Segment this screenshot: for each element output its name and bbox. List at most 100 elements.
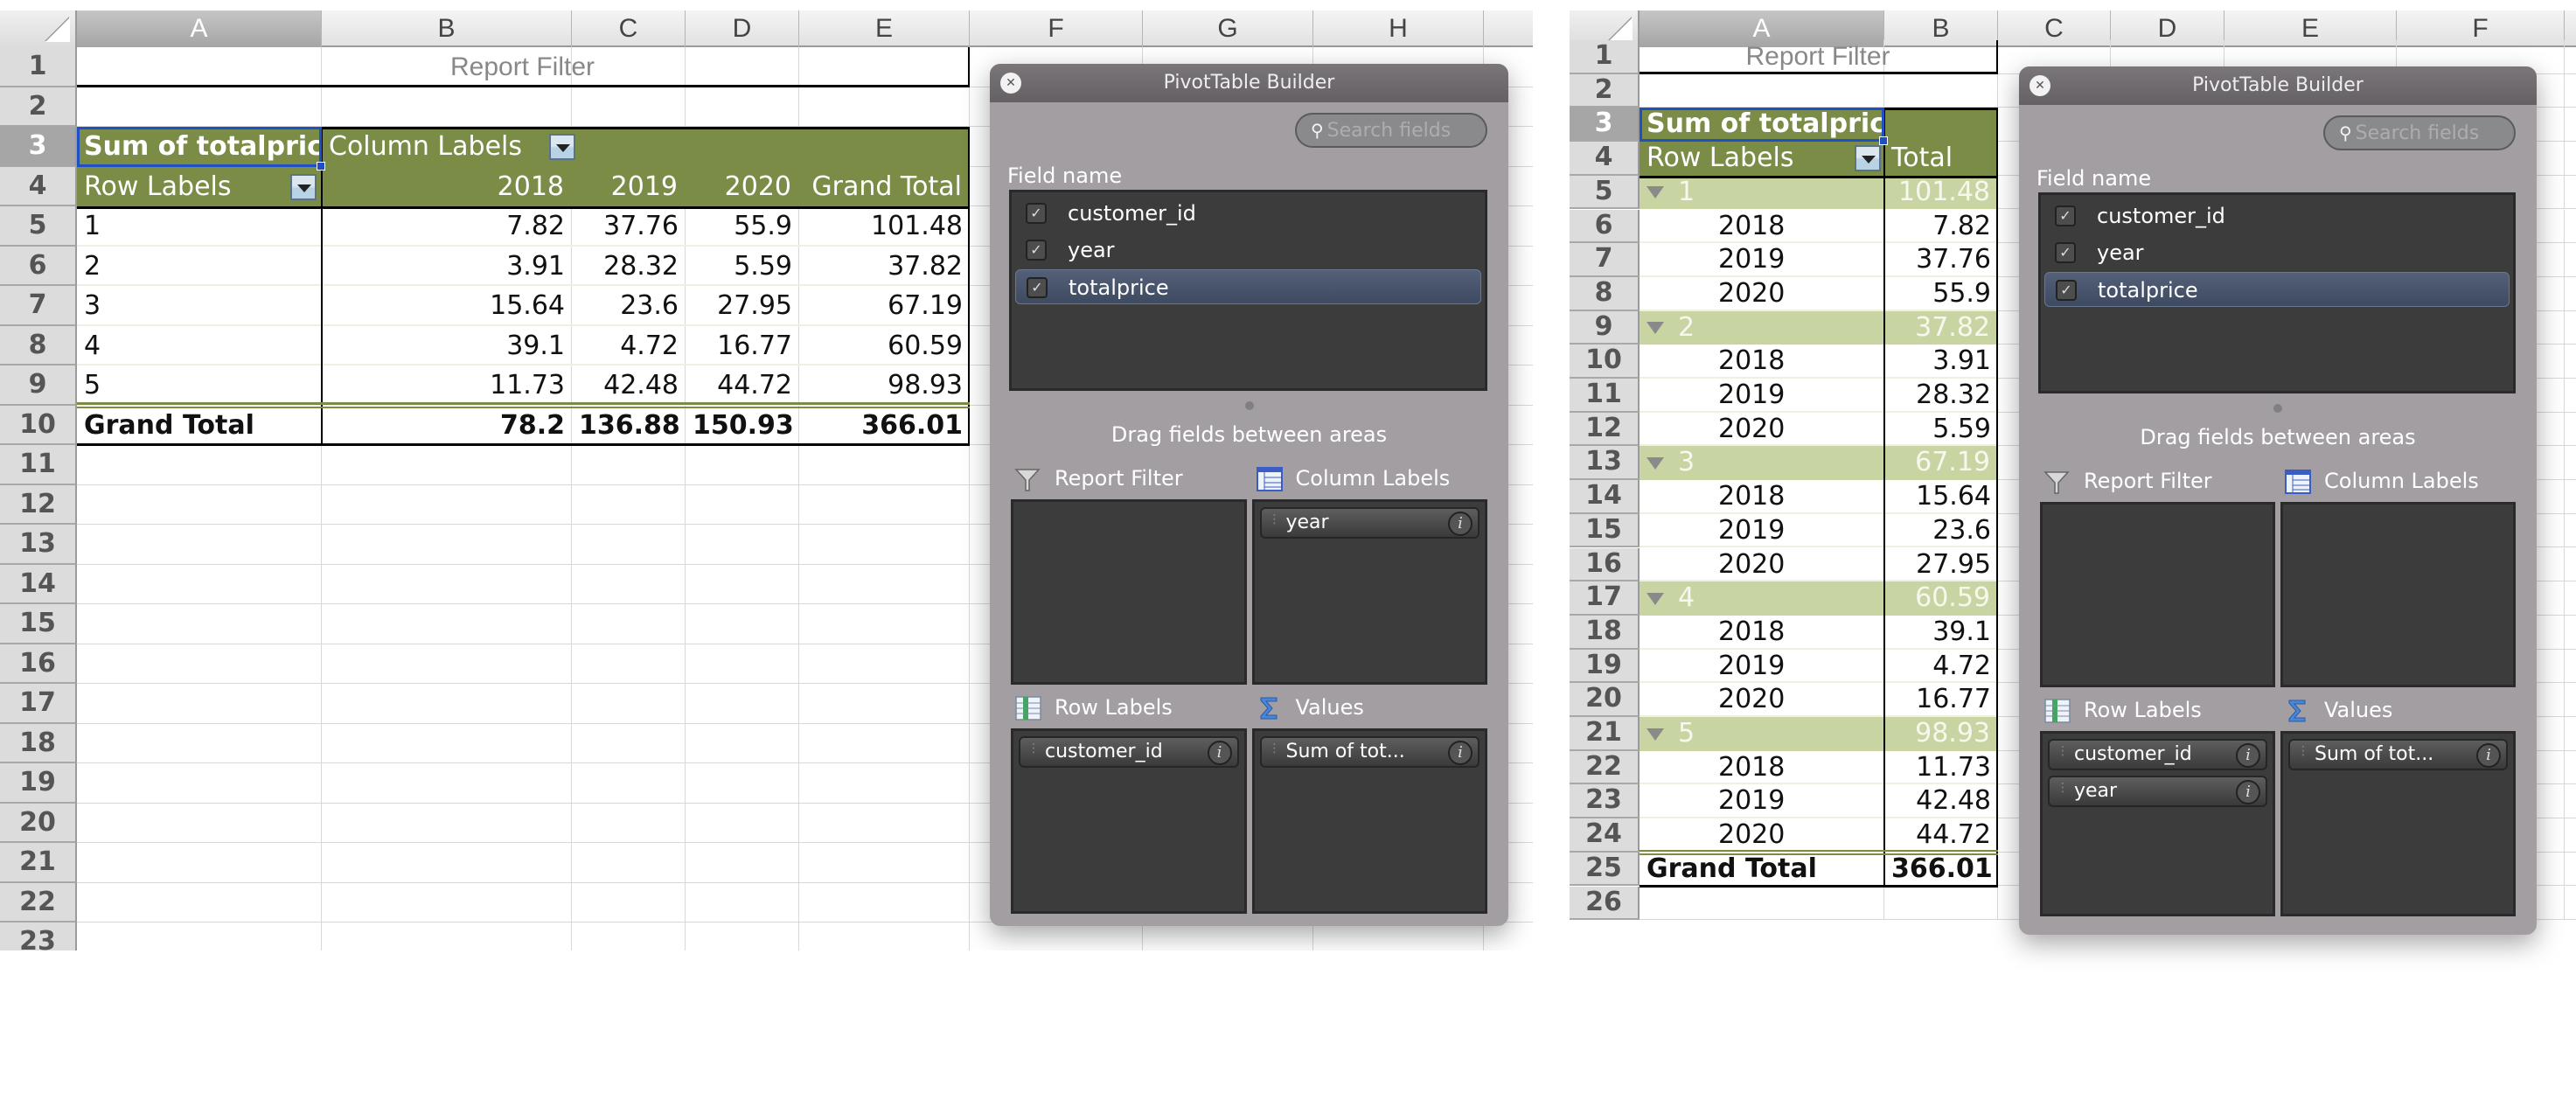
cell-e18[interactable] [799, 723, 970, 763]
row-header-22[interactable]: 22 [0, 882, 77, 922]
year-row-label[interactable]: 2018 [1640, 751, 1884, 785]
cell-c21[interactable] [572, 843, 686, 883]
area-drop-zone-row-labels[interactable]: ⋮ customer_id i [1011, 728, 1247, 914]
close-icon[interactable]: ✕ [2029, 75, 2050, 96]
collapse-toggle-icon[interactable] [1647, 728, 1664, 741]
row-header-23[interactable]: 23 [1570, 784, 1640, 819]
value-cell[interactable]: 3.91 [1884, 345, 1998, 379]
row-header-22[interactable]: 22 [1570, 750, 1640, 785]
year-row-label[interactable]: 2020 [1640, 413, 1884, 447]
value-cell[interactable]: 101.48 [799, 206, 970, 247]
splitter-handle[interactable] [1244, 401, 1254, 410]
cell-h23[interactable] [1313, 922, 1484, 950]
drag-grip-icon[interactable]: ⋮ [2057, 782, 2069, 794]
row-header-18[interactable]: 18 [1570, 615, 1640, 650]
year-row-label[interactable]: 2020 [1640, 548, 1884, 582]
cell-a2[interactable] [1640, 73, 1884, 108]
row-header-8[interactable]: 8 [1570, 276, 1640, 311]
cell-a26[interactable] [1640, 886, 1884, 921]
value-cell[interactable]: 39.1 [1884, 616, 1998, 650]
cell-d11[interactable] [686, 445, 799, 485]
row-header-4[interactable]: 4 [0, 166, 77, 206]
area-drop-zone-row-labels[interactable]: ⋮ customer_id i ⋮ year i [2040, 731, 2275, 916]
cell-extra[interactable] [2565, 74, 2576, 108]
cell-b19[interactable] [322, 763, 572, 804]
cell-e11[interactable] [799, 445, 970, 485]
row-header-3[interactable]: 3 [0, 127, 77, 167]
cell-e13[interactable] [799, 525, 970, 565]
cell-extra[interactable] [2565, 683, 2576, 717]
row-header-10[interactable]: 10 [1570, 345, 1640, 379]
cell-extra[interactable] [2565, 379, 2576, 413]
info-icon[interactable]: i [2236, 780, 2260, 804]
value-cell[interactable]: 37.76 [1884, 243, 1998, 277]
select-all-corner[interactable] [0, 10, 77, 47]
column-header-g[interactable]: G [1143, 10, 1313, 47]
column-header-h[interactable]: H [1313, 10, 1484, 47]
year-row-label[interactable]: 2018 [1640, 345, 1884, 379]
cell-d19[interactable] [686, 763, 799, 804]
cell-d22[interactable] [686, 882, 799, 922]
cell-e17[interactable] [799, 684, 970, 724]
cell-e15[interactable] [799, 604, 970, 644]
grand-total-value[interactable]: 366.01 [799, 406, 970, 445]
collapse-toggle-icon[interactable] [1647, 456, 1664, 470]
cell-b16[interactable] [322, 644, 572, 684]
row-header-2[interactable]: 2 [1570, 73, 1640, 108]
year-row-label[interactable]: 2019 [1640, 784, 1884, 819]
value-cell[interactable]: 3.91 [322, 247, 572, 286]
field-item-customer_id[interactable]: ✓ customer_id [2044, 198, 2510, 233]
cell-a13[interactable] [77, 525, 322, 565]
cell-c15[interactable] [572, 604, 686, 644]
row-header-9[interactable]: 9 [1570, 310, 1640, 345]
search-fields-input[interactable]: ⚲ Search fields [1295, 113, 1487, 148]
info-icon[interactable]: i [1448, 512, 1472, 536]
grand-total-label[interactable]: Grand Total [77, 406, 322, 445]
cell-b13[interactable] [322, 525, 572, 565]
cell-extra[interactable] [2565, 142, 2576, 176]
row-header-5[interactable]: 5 [1570, 175, 1640, 210]
grand-total-value[interactable]: 136.88 [572, 406, 686, 445]
cell-extra[interactable] [2565, 108, 2576, 143]
value-cell[interactable]: 7.82 [1884, 210, 1998, 244]
area-drop-zone-values[interactable]: ⋮ Sum of tot... i [2280, 731, 2516, 916]
value-cell[interactable]: 23.6 [1884, 514, 1998, 548]
cell-c23[interactable] [572, 922, 686, 950]
cell-a16[interactable] [77, 644, 322, 684]
year-row-label[interactable]: 2019 [1640, 514, 1884, 548]
year-row-label[interactable]: 2018 [1640, 480, 1884, 514]
cell-b20[interactable] [322, 803, 572, 843]
area-drop-zone-values[interactable]: ⋮ Sum of tot... i [1251, 728, 1487, 914]
row-label-cell[interactable]: 1 [77, 206, 322, 247]
year-row-label[interactable]: 2019 [1640, 243, 1884, 277]
value-cell[interactable]: 11.73 [322, 366, 572, 406]
row-header-14[interactable]: 14 [0, 564, 77, 604]
value-cell[interactable]: 55.9 [686, 206, 799, 247]
row-header-23[interactable]: 23 [0, 922, 77, 950]
cell-b21[interactable] [322, 843, 572, 883]
area-drop-zone-column-labels[interactable]: ⋮ year i [1251, 499, 1487, 685]
cell-b17[interactable] [322, 684, 572, 724]
value-cell[interactable]: 55.9 [1884, 277, 1998, 311]
row-header-15[interactable]: 15 [1570, 513, 1640, 548]
value-cell[interactable]: 44.72 [686, 366, 799, 406]
value-cell[interactable]: 23.6 [572, 286, 686, 326]
field-checkbox[interactable]: ✓ [1026, 203, 1047, 224]
row-header-26[interactable]: 26 [1570, 886, 1640, 921]
row-header-11[interactable]: 11 [1570, 379, 1640, 413]
cell-extra[interactable] [2565, 413, 2576, 447]
cell-d12[interactable] [686, 484, 799, 525]
value-cell[interactable]: 27.95 [1884, 548, 1998, 582]
info-icon[interactable]: i [2476, 743, 2501, 768]
cell-e22[interactable] [799, 882, 970, 922]
search-fields-input[interactable]: ⚲ Search fields [2323, 115, 2516, 150]
value-cell[interactable]: 5.59 [1884, 413, 1998, 447]
row-header-24[interactable]: 24 [1570, 818, 1640, 853]
field-checkbox[interactable]: ✓ [2055, 205, 2076, 226]
row-header-21[interactable]: 21 [0, 843, 77, 883]
field-item-totalprice[interactable]: ✓ totalprice [2044, 272, 2510, 307]
area-drop-zone-report-filter[interactable] [1011, 499, 1247, 685]
cell-d14[interactable] [686, 564, 799, 604]
row-header-9[interactable]: 9 [0, 366, 77, 406]
area-field-pill[interactable]: ⋮ Sum of tot... i [2288, 739, 2508, 770]
